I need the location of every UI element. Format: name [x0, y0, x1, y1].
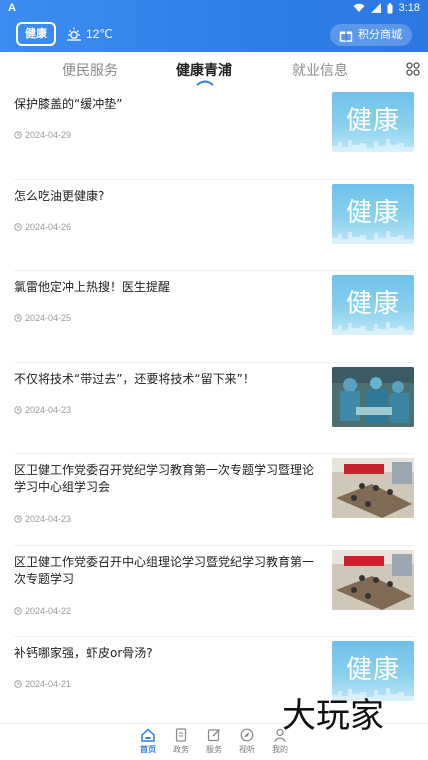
clock-icon	[14, 131, 22, 139]
health-thumbnail: 健康	[332, 641, 414, 701]
thumbnail-caption: 健康	[345, 106, 400, 136]
news-title: 不仅将技术“带过去”，还要将技术“留下来”！	[14, 371, 255, 386]
tab-healthy-qingpu[interactable]: 健康青浦	[176, 60, 232, 80]
news-date-text: 2024-04-25	[25, 313, 72, 323]
weather-temp: 12℃	[86, 27, 113, 41]
news-date: 2024-04-29	[14, 130, 71, 140]
thumbnail-caption: 健康	[345, 197, 400, 228]
nav-home-label: 首页	[140, 745, 156, 754]
news-title: 区卫健工作党委召开中心组理论学习暨党纪学习教育第一次专题学习	[14, 554, 315, 586]
points-mall-label: 积分商城	[358, 28, 402, 41]
news-date: 2024-04-23	[14, 405, 71, 415]
more-categories-icon[interactable]	[406, 62, 420, 76]
news-list: 保护膝盖的“缓冲垫” 2024-04-29 健康 怎么吃油更健康? 2024-04-26…	[0, 88, 428, 729]
nav-government[interactable]: 政务	[166, 728, 196, 755]
nav-services[interactable]: 服务	[199, 728, 229, 755]
clock-icon	[14, 222, 22, 231]
sun-icon	[67, 27, 81, 41]
meeting-photo	[332, 458, 414, 518]
city-skyline-graphic	[332, 139, 414, 152]
news-item[interactable]: 保护膝盖的“缓冲垫” 2024-04-29 健康	[14, 88, 414, 180]
city-skyline-graphic	[332, 322, 414, 335]
meeting-photo-graphic	[332, 458, 414, 518]
clock-icon	[14, 314, 22, 322]
clock-icon	[14, 515, 22, 523]
news-date-text: 2024-04-23	[25, 514, 72, 524]
thumbnail-caption: 健康	[345, 289, 400, 319]
svg-text:大玩家: 大玩家	[282, 696, 384, 734]
news-title: 保护膝盖的“缓冲垫”	[14, 97, 123, 111]
news-date-text: 2024-04-22	[25, 605, 72, 616]
signal-icon	[370, 3, 381, 13]
status-time: 3:18	[398, 2, 420, 14]
status-notification-icon: A	[8, 2, 16, 14]
home-icon	[141, 728, 155, 742]
news-date-text: 2024-04-21	[25, 679, 72, 689]
meeting-photo-graphic	[332, 549, 414, 610]
nav-media[interactable]: 视听	[232, 728, 262, 755]
news-date: 2024-04-26	[14, 222, 71, 232]
app-header: A 3:18 健康 12℃ 积分商城	[0, 0, 428, 52]
news-title: 怎么吃油更健康?	[14, 188, 105, 203]
wifi-icon	[353, 3, 365, 12]
news-date: 2024-04-23	[14, 514, 71, 524]
surgery-photo	[332, 366, 414, 427]
surgery-photo-graphic	[332, 366, 414, 427]
nav-media-label: 视听	[239, 745, 255, 754]
health-thumbnail: 健康	[332, 275, 414, 335]
news-title: 区卫健工作党委召开党纪学习教育第一次专题学习暨理论学习中心组学习会	[14, 463, 315, 494]
weather-widget[interactable]: 12℃	[66, 26, 113, 42]
news-item[interactable]: 怎么吃油更健康? 2024-04-26 健康	[14, 180, 414, 271]
news-item[interactable]: 氯雷他定冲上热搜！医生提醒 2024-04-25 健康	[14, 271, 414, 363]
news-title: 补钙哪家强，虾皮or骨汤?	[14, 646, 153, 660]
nav-services-label: 服务	[206, 745, 222, 754]
tab-employment-info[interactable]: 就业信息	[292, 60, 348, 80]
status-bar: A 3:18	[0, 0, 428, 18]
tab-convenience-services[interactable]: 便民服务	[62, 60, 118, 80]
app-logo: 健康	[16, 22, 56, 46]
nav-profile-label: 我的	[272, 745, 288, 754]
news-date-text: 2024-04-26	[25, 221, 72, 232]
city-skyline-graphic	[332, 230, 414, 244]
health-thumbnail: 健康	[332, 183, 414, 244]
battery-icon	[387, 2, 393, 13]
news-item[interactable]: 区卫健工作党委召开党纪学习教育第一次专题学习暨理论学习中心组学习会 2024-04…	[14, 454, 414, 546]
gift-icon	[339, 31, 353, 42]
news-item[interactable]: 区卫健工作党委召开中心组理论学习暨党纪学习教育第一次专题学习 2024-04-22	[14, 546, 414, 637]
document-icon	[175, 728, 187, 742]
health-thumbnail: 健康	[332, 92, 414, 152]
news-date-text: 2024-04-29	[25, 130, 72, 140]
news-item[interactable]: 不仅将技术“带过去”，还要将技术“留下来”！ 2024-04-23	[14, 363, 414, 454]
news-date-text: 2024-04-23	[25, 404, 72, 415]
edit-icon	[207, 729, 220, 742]
nav-home[interactable]: 首页	[133, 728, 163, 755]
nav-government-label: 政务	[173, 745, 189, 754]
compass-icon	[240, 728, 254, 742]
active-tab-indicator	[196, 80, 214, 86]
clock-icon	[14, 680, 22, 688]
points-mall-button[interactable]: 积分商城	[330, 24, 412, 46]
meeting-photo	[332, 549, 414, 610]
watermark-logo: 大玩家	[282, 696, 384, 734]
news-date: 2024-04-22	[14, 606, 71, 616]
news-title: 氯雷他定冲上热搜！医生提醒	[14, 280, 171, 294]
news-date: 2024-04-21	[14, 679, 71, 689]
category-tabs: 便民服务 健康青浦 就业信息	[0, 52, 428, 88]
clock-icon	[14, 405, 22, 414]
news-date: 2024-04-25	[14, 313, 71, 323]
clock-icon	[14, 606, 22, 615]
thumbnail-caption: 健康	[345, 655, 400, 685]
